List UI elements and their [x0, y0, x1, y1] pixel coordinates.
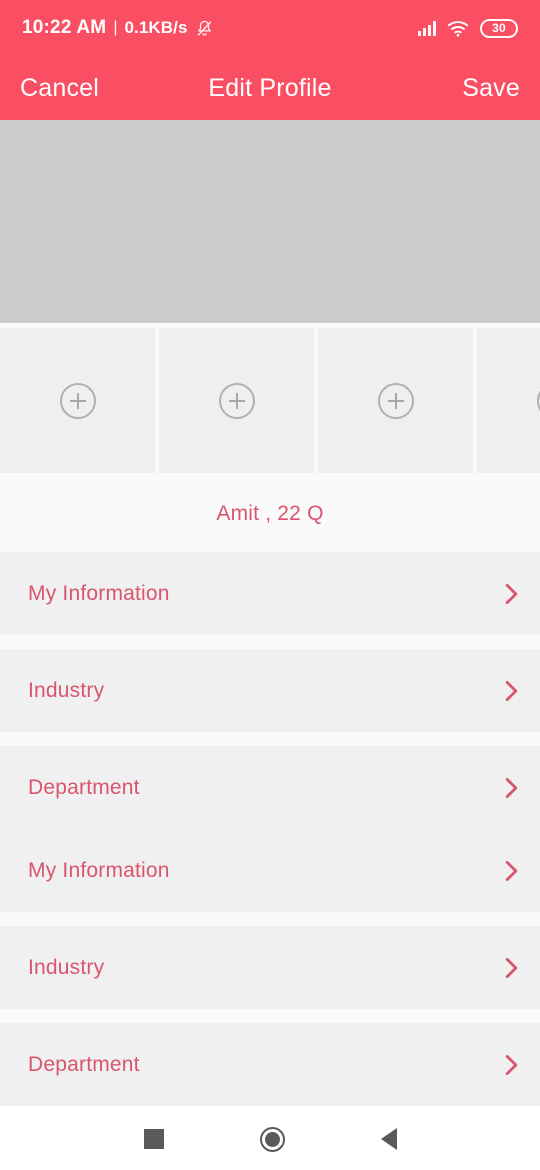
recents-square-icon[interactable]: [143, 1129, 164, 1149]
cover-photo-placeholder[interactable]: [0, 120, 540, 323]
plus-circle-icon: [218, 382, 255, 419]
bell-mute-icon: [197, 20, 211, 36]
list-row[interactable]: Industry: [0, 926, 540, 1009]
settings-list: My Information Industry Department My In…: [0, 552, 540, 1106]
list-row-label: Industry: [28, 678, 105, 702]
list-section: Department My Information: [0, 746, 540, 912]
chevron-right-icon: [505, 1054, 518, 1075]
status-bar-right: 30: [418, 18, 518, 38]
plus-circle-icon: [59, 382, 96, 419]
network-speed-label: 0.1KB/s: [124, 18, 188, 37]
list-row[interactable]: My Information: [0, 552, 540, 635]
list-row-label: Department: [28, 1052, 140, 1076]
list-section: My Information: [0, 552, 540, 635]
list-section: Industry: [0, 649, 540, 732]
edit-profile-screen: 10:22 AM | 0.1KB/s 30 Cancel Edit Profil…: [0, 0, 540, 1170]
photo-slot-2[interactable]: [159, 328, 314, 473]
list-row[interactable]: Department: [0, 746, 540, 829]
plus-circle-icon: [536, 382, 540, 419]
cancel-button[interactable]: Cancel: [20, 74, 99, 103]
app-bar: Cancel Edit Profile Save: [0, 56, 540, 120]
list-section: Industry: [0, 926, 540, 1009]
battery-indicator: 30: [480, 18, 518, 38]
back-triangle-icon[interactable]: [380, 1128, 397, 1150]
status-separator: |: [113, 19, 118, 36]
plus-circle-icon: [377, 382, 414, 419]
photo-slot-4[interactable]: [477, 328, 540, 473]
save-button[interactable]: Save: [462, 74, 520, 103]
chevron-right-icon: [505, 777, 518, 798]
list-row[interactable]: Department: [0, 1023, 540, 1106]
chevron-right-icon: [505, 680, 518, 701]
list-row-label: My Information: [28, 858, 170, 882]
chevron-right-icon: [505, 583, 518, 604]
list-section: Department: [0, 1023, 540, 1106]
chevron-right-icon: [505, 860, 518, 881]
list-row[interactable]: My Information: [0, 829, 540, 912]
status-clock: 10:22 AM: [22, 17, 107, 38]
list-row-label: My Information: [28, 581, 170, 605]
status-bar: 10:22 AM | 0.1KB/s 30: [0, 0, 540, 56]
list-section-gap: [0, 635, 540, 649]
list-row-label: Department: [28, 775, 140, 799]
signal-bars-icon: [418, 20, 436, 36]
status-bar-left: 10:22 AM | 0.1KB/s: [22, 17, 418, 39]
chevron-right-icon: [505, 957, 518, 978]
wifi-icon: [447, 20, 469, 37]
profile-name-band: Amit , 22 Q: [0, 475, 540, 552]
list-section-gap: [0, 1009, 540, 1023]
list-row[interactable]: Industry: [0, 649, 540, 732]
list-row-label: Industry: [28, 955, 105, 979]
photo-slot-3[interactable]: [318, 328, 473, 473]
photo-strip[interactable]: [0, 323, 540, 475]
list-section-gap: [0, 732, 540, 746]
android-nav-bar: [0, 1108, 540, 1170]
battery-level-label: 30: [492, 21, 506, 35]
home-circle-icon[interactable]: [259, 1126, 285, 1152]
profile-name-label: Amit , 22 Q: [216, 501, 324, 525]
list-section-gap: [0, 912, 540, 926]
photo-slot-1[interactable]: [0, 328, 155, 473]
